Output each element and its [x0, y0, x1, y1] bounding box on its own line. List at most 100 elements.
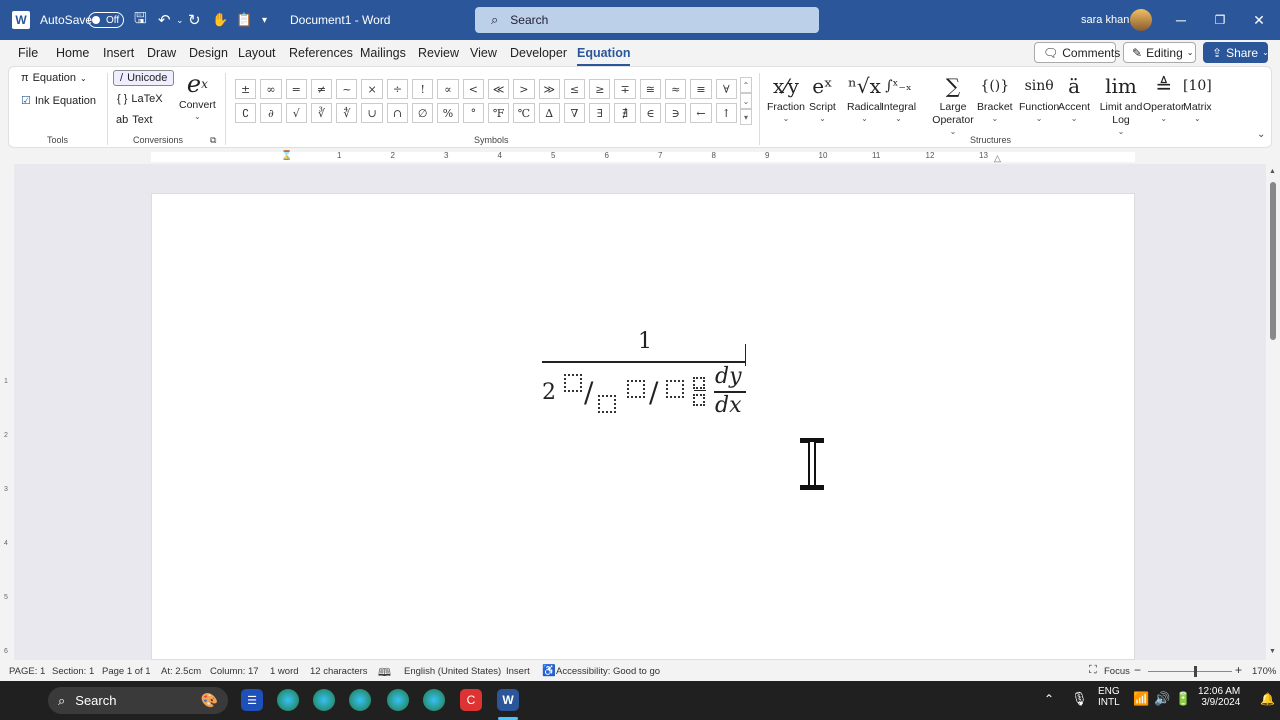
clipboard-icon[interactable]: 📋 [236, 0, 252, 40]
symbol-button[interactable]: < [462, 79, 484, 99]
latex-button[interactable]: { } LaTeX [117, 93, 163, 105]
notifications-icon[interactable]: 🔔 [1260, 692, 1275, 706]
status-page-of[interactable]: Page 1 of 1 [102, 666, 151, 677]
document-page[interactable]: 1 2 / / dy dx [151, 193, 1135, 660]
show-hidden-icons[interactable]: ⌃ [1044, 692, 1054, 706]
symbol-button[interactable]: ! [412, 79, 434, 99]
windows-start-icon[interactable] [16, 690, 37, 711]
more-symbols-icon[interactable]: ▾ [740, 109, 752, 125]
symbol-button[interactable]: ∂ [260, 103, 282, 123]
structure-matrix-button[interactable]: [10] Matrix ⌄ [1183, 71, 1212, 123]
symbol-button[interactable]: ≤ [563, 79, 586, 99]
comments-button[interactable]: 🗨 Comments [1034, 42, 1120, 63]
symbol-button[interactable]: ∋ [665, 103, 687, 123]
structure-accent-button[interactable]: ä Accent ⌄ [1058, 71, 1090, 123]
save-icon[interactable]: 🖫 [134, 0, 147, 40]
tab-insert[interactable]: Insert [103, 46, 134, 60]
symbol-button[interactable]: ∜ [336, 103, 358, 123]
status-zoom[interactable]: 170% [1252, 666, 1276, 677]
symbol-button[interactable]: > [513, 79, 535, 99]
clock[interactable]: 12:06 AM 3/9/2024 [1198, 686, 1240, 708]
undo-icon[interactable]: ↶ [158, 0, 171, 40]
scroll-down-icon[interactable]: ⌄ [740, 93, 752, 109]
microphone-icon[interactable]: 🎙 [1071, 691, 1088, 707]
equation-numerator[interactable]: 1 [638, 329, 652, 354]
symbol-button[interactable]: ≈ [665, 79, 687, 99]
structure-integral-button[interactable]: ∫ˣ₋ₓ Integral ⌄ [881, 71, 916, 123]
tab-references[interactable]: References [289, 46, 353, 60]
symbol-button[interactable]: √ [285, 103, 307, 123]
edge-profile-icon[interactable] [423, 689, 445, 711]
tab-design[interactable]: Design [189, 46, 228, 60]
symbol-button[interactable]: ∞ [260, 79, 282, 99]
symbol-button[interactable]: ↑ [715, 103, 737, 123]
symbol-button[interactable]: ∅ [412, 103, 434, 123]
tab-mailings[interactable]: Mailings [360, 46, 406, 60]
derivative-numerator[interactable]: dy [715, 364, 742, 389]
indent-marker-icon[interactable]: ⌛ [281, 150, 292, 161]
structure-large-operator-button[interactable]: ∑ Large Operator ⌄ [927, 71, 979, 136]
equation-button[interactable]: π Equation ⌄ [21, 72, 87, 84]
accessibility-icon[interactable]: ♿ [542, 664, 556, 677]
symbol-button[interactable]: % [437, 103, 459, 123]
symbol-button[interactable]: ± [235, 79, 257, 99]
small-placeholder[interactable] [693, 394, 705, 406]
scroll-up-icon[interactable]: ▲ [1269, 168, 1276, 175]
convert-button[interactable]: ex Convert ⌄ [179, 69, 216, 121]
status-insert[interactable]: Insert [506, 666, 530, 677]
battery-icon[interactable]: 🔋 [1175, 691, 1191, 707]
zoom-slider[interactable] [1148, 671, 1232, 672]
symbol-button[interactable]: ° [462, 103, 484, 123]
symbol-button[interactable]: ≠ [310, 79, 333, 99]
taskbar-search[interactable]: ⌕ Search 🎨 [48, 687, 228, 714]
tab-file[interactable]: File [18, 46, 38, 60]
structure-script-button[interactable]: eˣ Script ⌄ [809, 71, 836, 123]
focus-icon[interactable]: ⛶ [1089, 664, 1097, 677]
structure-limit-and-log-button[interactable]: lim Limit and Log ⌄ [1095, 71, 1147, 136]
word-app-icon[interactable]: W [497, 689, 519, 711]
customize-toolbar-icon[interactable]: ▾ [262, 0, 267, 40]
status-words[interactable]: 1 word [270, 666, 299, 677]
structure-radical-button[interactable]: ⁿ√x Radical ⌄ [847, 71, 882, 123]
symbol-button[interactable]: ∛ [310, 103, 333, 123]
symbol-button[interactable]: ≥ [589, 79, 611, 99]
symbol-button[interactable]: ∪ [361, 103, 383, 123]
numerator-placeholder[interactable] [627, 380, 645, 398]
restore-icon[interactable]: ❐ [1205, 0, 1235, 40]
status-language[interactable]: English (United States) [404, 666, 501, 677]
touch-mode-icon[interactable]: ✋ [212, 0, 228, 40]
autosave-toggle[interactable]: Off [88, 12, 124, 28]
symbol-button[interactable]: ≡ [690, 79, 712, 99]
symbol-button[interactable]: ∄ [614, 103, 636, 123]
structure-operator-button[interactable]: ≜ Operator ⌄ [1143, 71, 1184, 123]
scrollbar-thumb[interactable] [1270, 182, 1276, 340]
symbol-button[interactable]: ∩ [386, 103, 409, 123]
subscript-placeholder[interactable] [598, 395, 616, 413]
symbol-button[interactable]: ℉ [487, 103, 510, 123]
tab-draw[interactable]: Draw [147, 46, 176, 60]
edge-icon[interactable] [277, 689, 299, 711]
symbol-button[interactable]: ≪ [487, 79, 510, 99]
text-button[interactable]: ab Text [116, 114, 152, 126]
status-focus[interactable]: Focus [1104, 666, 1130, 677]
symbol-button[interactable]: ∓ [614, 79, 636, 99]
status-at[interactable]: At: 2.5cm [161, 666, 201, 677]
scroll-down-icon[interactable]: ▼ [1269, 648, 1276, 655]
small-placeholder[interactable] [693, 377, 705, 389]
ink-equation-button[interactable]: ☑ Ink Equation [21, 94, 96, 108]
equation-base[interactable]: 2 [542, 380, 556, 405]
vertical-scrollbar[interactable]: ▲ ▼ [1266, 164, 1280, 660]
structure-bracket-button[interactable]: {()} Bracket ⌄ [977, 71, 1013, 123]
recorder-app-icon[interactable]: C [460, 689, 482, 711]
close-icon[interactable]: ✕ [1244, 0, 1274, 40]
edge-profile-icon[interactable] [387, 689, 409, 711]
zoom-in-icon[interactable]: + [1235, 663, 1242, 677]
tab-equation[interactable]: Equation [577, 46, 631, 66]
wifi-icon[interactable]: 📶 [1133, 691, 1149, 707]
zoom-out-icon[interactable]: − [1134, 663, 1141, 677]
symbol-button[interactable]: ∁ [235, 103, 257, 123]
edge-profile-icon[interactable] [349, 689, 371, 711]
symbol-button[interactable]: × [361, 79, 383, 99]
structure-fraction-button[interactable]: x⁄y Fraction ⌄ [767, 71, 805, 123]
volume-icon[interactable]: 🔊 [1154, 691, 1170, 707]
